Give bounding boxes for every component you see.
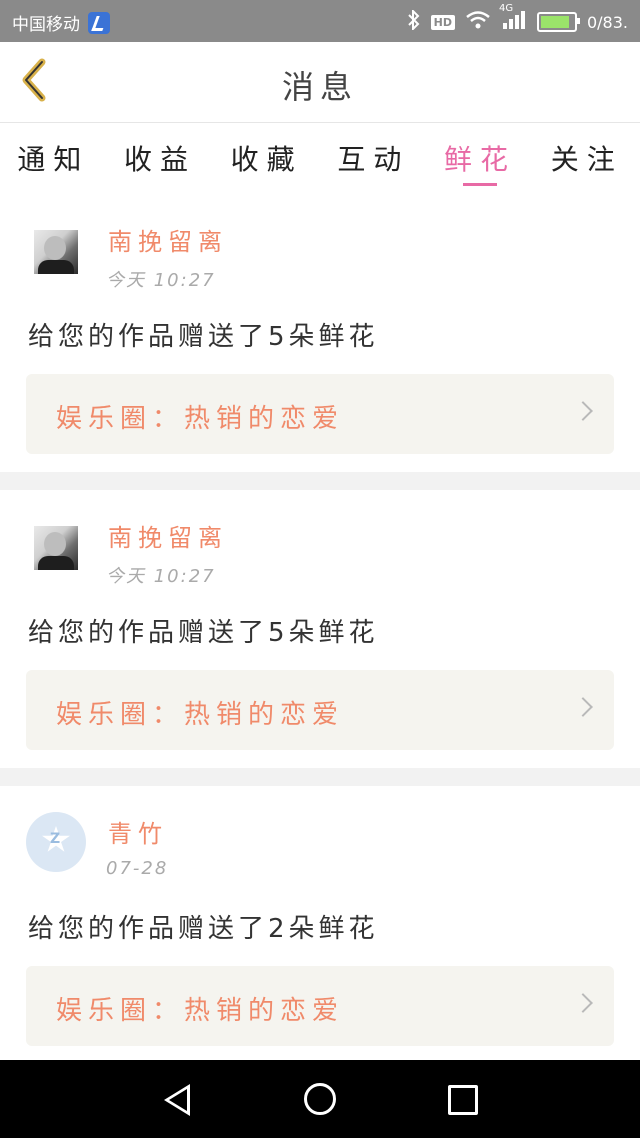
message-time: 07-28 [106,858,169,879]
tab-notifications[interactable]: 通知 [0,122,107,194]
avatar[interactable] [26,812,86,872]
list-item: 南挽留离 今天 10:27 给您的作品赠送了5朵鲜花 娱乐圈：热销的恋爱 [0,490,640,768]
carrier-label: 中国移动 [12,15,80,35]
work-link-label: 娱乐圈：热销的恋爱 [56,700,345,730]
avatar[interactable] [34,526,78,570]
wifi-icon [465,10,491,34]
hd-badge: HD [430,14,455,30]
battery-icon [536,12,580,32]
work-link[interactable]: 娱乐圈：热销的恋爱 [26,966,614,1046]
nav-back-icon[interactable] [164,1084,190,1116]
divider [0,472,640,490]
work-link-label: 娱乐圈：热销的恋爱 [56,404,345,434]
status-right: HD 4G 0/83. [407,3,628,35]
work-link[interactable]: 娱乐圈：热销的恋爱 [26,374,614,454]
message-text: 给您的作品赠送了5朵鲜花 [28,322,379,352]
message-text: 给您的作品赠送了2朵鲜花 [28,914,379,944]
sender-name[interactable]: 青竹 [108,814,168,849]
list-item: 青竹 07-28 给您的作品赠送了2朵鲜花 娱乐圈：热销的恋爱 [0,786,640,1064]
app-header: 消息 [0,42,640,123]
bluetooth-icon [407,8,421,34]
chevron-right-icon [573,993,593,1013]
list-item: 南挽留离 今天 10:27 给您的作品赠送了5朵鲜花 娱乐圈：热销的恋爱 [0,194,640,472]
status-bar: 中国移动 HD 4G 0/83. [0,0,640,42]
tab-flowers[interactable]: 鲜花 [427,122,534,194]
message-text: 给您的作品赠送了5朵鲜花 [28,618,379,648]
tab-favorites[interactable]: 收藏 [213,122,320,194]
divider [0,768,640,786]
tab-interactions[interactable]: 互动 [320,122,427,194]
tab-earnings[interactable]: 收益 [107,122,214,194]
nav-home-icon[interactable] [304,1083,336,1115]
sender-name[interactable]: 南挽留离 [108,518,228,553]
tab-follows[interactable]: 关注 [533,122,640,194]
message-time: 今天 10:27 [106,566,216,587]
work-link-label: 娱乐圈：热销的恋爱 [56,996,345,1026]
signal-icon: 4G [499,3,527,35]
nav-recent-apps-icon[interactable] [448,1085,478,1115]
work-link[interactable]: 娱乐圈：热销的恋爱 [26,670,614,750]
chevron-right-icon [573,401,593,421]
avatar[interactable] [34,230,78,274]
system-nav-bar [0,1060,640,1138]
chevron-right-icon [573,697,593,717]
message-list: 南挽留离 今天 10:27 给您的作品赠送了5朵鲜花 娱乐圈：热销的恋爱 南挽留… [0,194,640,1064]
page-title: 消息 [281,68,358,106]
battery-text: 0/83. [586,12,628,32]
network-type: 4G [498,3,514,14]
tab-bar: 通知 收益 收藏 互动 鲜花 关注 [0,122,640,194]
status-left: 中国移动 [12,10,110,35]
sender-name[interactable]: 南挽留离 [108,222,228,257]
message-time: 今天 10:27 [106,270,216,291]
app-notification-icon [88,11,110,34]
